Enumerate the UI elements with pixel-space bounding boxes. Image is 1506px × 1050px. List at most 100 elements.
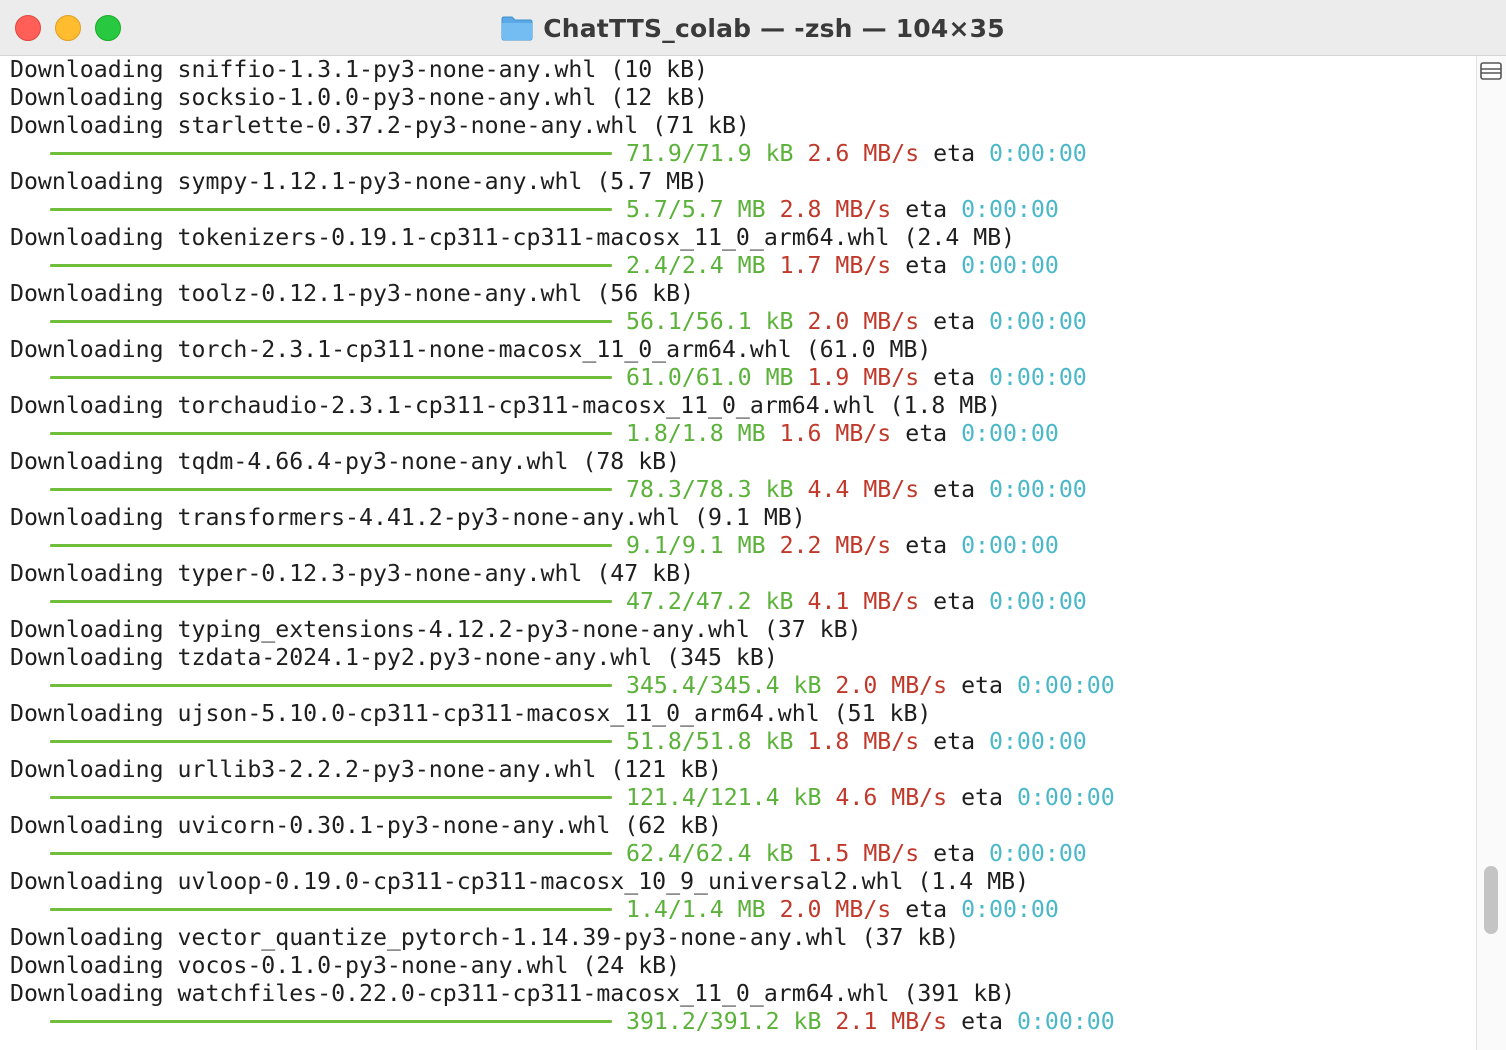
progress-bar (50, 600, 612, 603)
progress-bar (50, 320, 612, 323)
progress-line: 61.0/61.0 MB 1.9 MB/s eta 0:00:00 (0, 364, 1476, 392)
eta-label: eta (961, 1008, 1003, 1035)
download-size: 121.4/121.4 kB (626, 784, 822, 811)
scrollbar-thumb[interactable] (1484, 866, 1498, 934)
progress-bar (50, 264, 612, 267)
eta-label: eta (961, 672, 1003, 699)
progress-line: 391.2/391.2 kB 2.1 MB/s eta 0:00:00 (0, 1008, 1476, 1036)
download-rate: 4.1 MB/s (807, 588, 920, 615)
download-size: 5.7/5.7 MB (626, 196, 766, 223)
eta-label: eta (933, 364, 976, 391)
progress-stats: 2.4/2.4 MB 1.7 MB/s eta 0:00:00 (626, 252, 1059, 280)
progress-bar (50, 684, 612, 687)
progress-stats: 71.9/71.9 kB 2.6 MB/s eta 0:00:00 (626, 140, 1087, 168)
terminal-line: Downloading uvloop-0.19.0-cp311-cp311-ma… (10, 868, 1030, 895)
download-rate: 1.9 MB/s (807, 364, 920, 391)
eta-label: eta (905, 252, 948, 279)
eta-time: 0:00:00 (961, 196, 1059, 223)
terminal-line: Downloading torch-2.3.1-cp311-none-macos… (10, 336, 932, 363)
download-rate: 2.1 MB/s (835, 1008, 948, 1035)
terminal-line: Downloading ujson-5.10.0-cp311-cp311-mac… (10, 700, 932, 727)
progress-bar (50, 740, 612, 743)
download-size: 2.4/2.4 MB (626, 252, 766, 279)
terminal-line: Downloading tzdata-2024.1-py2.py3-none-a… (10, 644, 778, 671)
download-size: 61.0/61.0 MB (626, 364, 794, 391)
terminal-line: Downloading typing_extensions-4.12.2-py3… (10, 616, 862, 643)
progress-line: 121.4/121.4 kB 4.6 MB/s eta 0:00:00 (0, 784, 1476, 812)
terminal-line: Downloading urllib3-2.2.2-py3-none-any.w… (10, 756, 722, 783)
progress-bar (50, 152, 612, 155)
terminal-line: Downloading tokenizers-0.19.1-cp311-cp31… (10, 224, 1016, 251)
download-size: 71.9/71.9 kB (626, 140, 794, 167)
eta-label: eta (905, 896, 948, 923)
download-rate: 1.7 MB/s (779, 252, 892, 279)
eta-label: eta (961, 784, 1003, 811)
eta-time: 0:00:00 (989, 140, 1087, 167)
progress-stats: 62.4/62.4 kB 1.5 MB/s eta 0:00:00 (626, 840, 1087, 868)
progress-line: 5.7/5.7 MB 2.8 MB/s eta 0:00:00 (0, 196, 1476, 224)
progress-bar (50, 1020, 612, 1023)
eta-time: 0:00:00 (961, 896, 1059, 923)
eta-time: 0:00:00 (1016, 1008, 1115, 1035)
progress-stats: 1.8/1.8 MB 1.6 MB/s eta 0:00:00 (626, 420, 1059, 448)
progress-stats: 391.2/391.2 kB 2.1 MB/s eta 0:00:00 (626, 1008, 1115, 1036)
download-rate: 2.2 MB/s (779, 532, 892, 559)
download-size: 391.2/391.2 kB (626, 1008, 822, 1035)
download-size: 1.4/1.4 MB (626, 896, 766, 923)
download-rate: 4.6 MB/s (835, 784, 948, 811)
download-size: 56.1/56.1 kB (626, 308, 794, 335)
terminal-line: Downloading typer-0.12.3-py3-none-any.wh… (10, 560, 695, 587)
download-size: 345.4/345.4 kB (626, 672, 822, 699)
progress-stats: 51.8/51.8 kB 1.8 MB/s eta 0:00:00 (626, 728, 1087, 756)
progress-bar (50, 376, 612, 379)
eta-label: eta (905, 532, 948, 559)
progress-stats: 121.4/121.4 kB 4.6 MB/s eta 0:00:00 (626, 784, 1115, 812)
download-rate: 1.5 MB/s (807, 840, 920, 867)
progress-stats: 61.0/61.0 MB 1.9 MB/s eta 0:00:00 (626, 364, 1087, 392)
eta-time: 0:00:00 (989, 364, 1087, 391)
terminal-line: Downloading watchfiles-0.22.0-cp311-cp31… (10, 980, 1016, 1007)
download-rate: 2.8 MB/s (779, 196, 892, 223)
progress-stats: 47.2/47.2 kB 4.1 MB/s eta 0:00:00 (626, 588, 1087, 616)
eta-time: 0:00:00 (1016, 784, 1115, 811)
eta-label: eta (933, 728, 976, 755)
progress-bar (50, 796, 612, 799)
progress-stats: 78.3/78.3 kB 4.4 MB/s eta 0:00:00 (626, 476, 1087, 504)
eta-label: eta (933, 140, 976, 167)
eta-label: eta (933, 840, 976, 867)
download-rate: 2.0 MB/s (807, 308, 920, 335)
folder-icon (501, 16, 533, 41)
download-rate: 2.0 MB/s (779, 896, 892, 923)
progress-bar (50, 908, 612, 911)
download-rate: 1.6 MB/s (779, 420, 892, 447)
window-title-group: ChatTTS_colab — -zsh — 104×35 (0, 0, 1506, 56)
progress-line: 56.1/56.1 kB 2.0 MB/s eta 0:00:00 (0, 308, 1476, 336)
progress-line: 345.4/345.4 kB 2.0 MB/s eta 0:00:00 (0, 672, 1476, 700)
download-size: 62.4/62.4 kB (626, 840, 794, 867)
split-pane-icon[interactable] (1478, 60, 1504, 82)
terminal-line: Downloading sniffio-1.3.1-py3-none-any.w… (10, 56, 709, 83)
title-bar[interactable]: ChatTTS_colab — -zsh — 104×35 (0, 0, 1506, 56)
download-rate: 2.0 MB/s (835, 672, 948, 699)
progress-line: 1.8/1.8 MB 1.6 MB/s eta 0:00:00 (0, 420, 1476, 448)
terminal-line: Downloading socksio-1.0.0-py3-none-any.w… (10, 84, 709, 111)
download-rate: 1.8 MB/s (807, 728, 920, 755)
eta-time: 0:00:00 (1016, 672, 1115, 699)
terminal-window: ChatTTS_colab — -zsh — 104×35 Downloadin… (0, 0, 1506, 1050)
progress-stats: 345.4/345.4 kB 2.0 MB/s eta 0:00:00 (626, 672, 1115, 700)
eta-time: 0:00:00 (989, 476, 1087, 503)
progress-bar (50, 852, 612, 855)
eta-label: eta (933, 588, 976, 615)
terminal-output[interactable]: Downloading sniffio-1.3.1-py3-none-any.w… (0, 56, 1476, 1050)
progress-line: 62.4/62.4 kB 1.5 MB/s eta 0:00:00 (0, 840, 1476, 868)
download-size: 47.2/47.2 kB (626, 588, 794, 615)
window-title: ChatTTS_colab — -zsh — 104×35 (543, 13, 1005, 43)
eta-time: 0:00:00 (961, 252, 1059, 279)
progress-line: 71.9/71.9 kB 2.6 MB/s eta 0:00:00 (0, 140, 1476, 168)
terminal-line: Downloading transformers-4.41.2-py3-none… (10, 504, 806, 531)
download-size: 51.8/51.8 kB (626, 728, 794, 755)
terminal-line: Downloading starlette-0.37.2-py3-none-an… (10, 112, 750, 139)
eta-time: 0:00:00 (989, 728, 1087, 755)
download-rate: 2.6 MB/s (807, 140, 920, 167)
terminal-line: Downloading uvicorn-0.30.1-py3-none-any.… (10, 812, 722, 839)
